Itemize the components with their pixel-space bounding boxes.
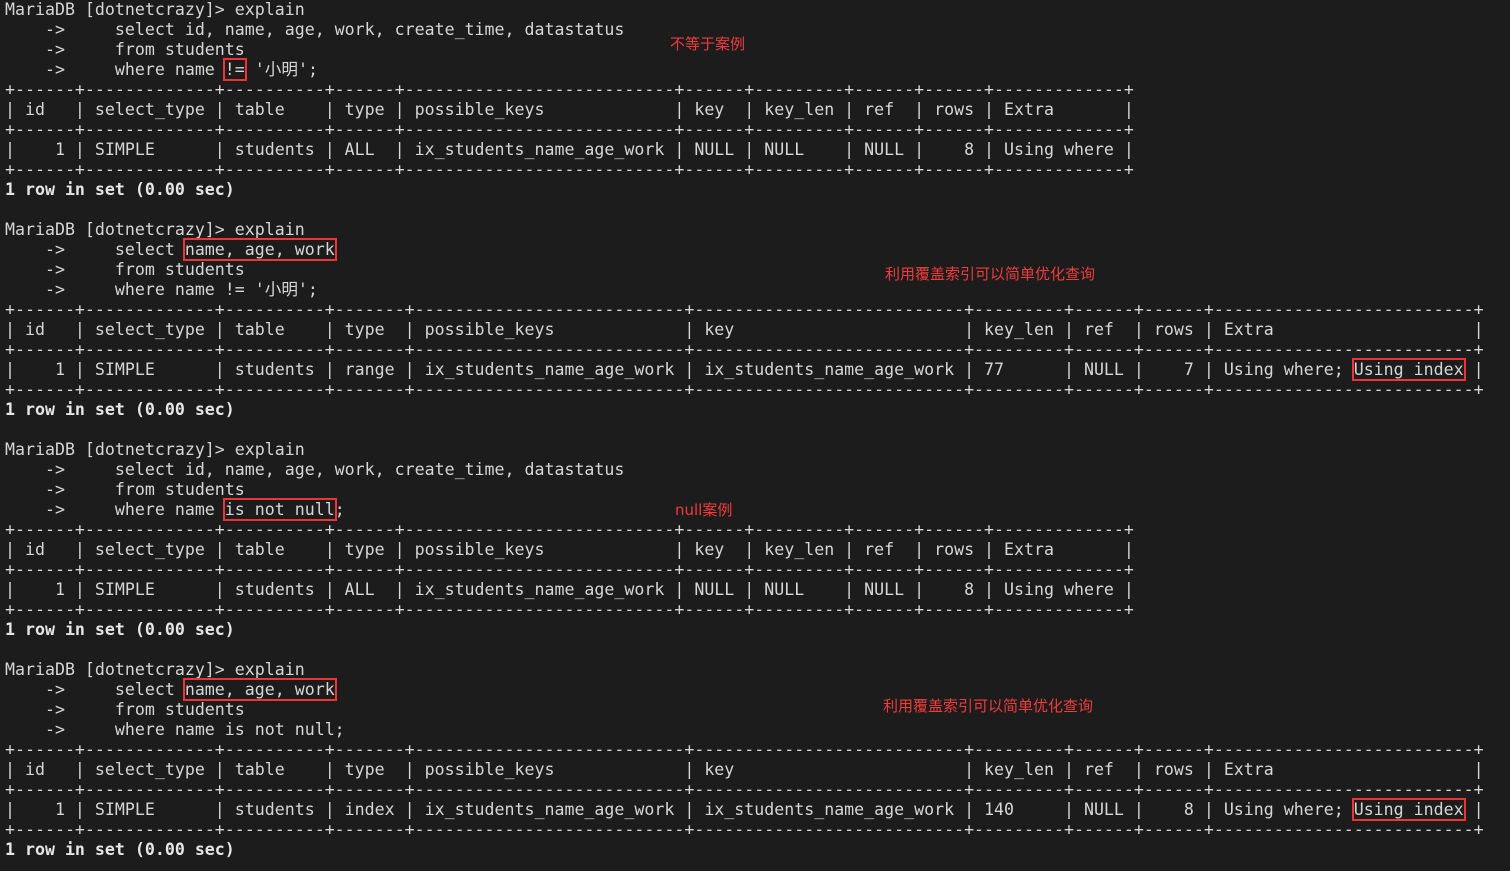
sql-continuation-line: -> where name != '小明'; <box>5 280 318 300</box>
line-text: '小明'; <box>244 60 318 79</box>
sql-prompt-line: MariaDB [dotnetcrazy]> explain <box>5 0 305 20</box>
annotation-note: 利用覆盖索引可以简单优化查询 <box>883 697 1094 715</box>
line-text: ; <box>334 500 345 519</box>
result-table-line: +------+-------------+----------+------+… <box>5 80 1134 100</box>
result-summary-line: 1 row in set (0.00 sec) <box>5 620 235 640</box>
line-text: -> select id, name, age, work, create_ti… <box>5 20 625 39</box>
highlight-box: != <box>222 58 247 81</box>
result-table-line: | id | select_type | table | type | poss… <box>5 760 1484 780</box>
sql-continuation-line: -> where name is not null; <box>5 498 345 521</box>
line-text: +------+-------------+----------+------+… <box>5 160 1134 179</box>
line-text: | 1 | SIMPLE | students | ALL | ix_stude… <box>5 580 1134 599</box>
line-text: +------+-------------+----------+-------… <box>5 340 1484 359</box>
line-text: -> from students <box>5 480 245 499</box>
line-text: +------+-------------+----------+------+… <box>5 600 1134 619</box>
line-text: -> from students <box>5 40 245 59</box>
result-table-line: +------+-------------+----------+-------… <box>5 380 1484 400</box>
result-summary-line: 1 row in set (0.00 sec) <box>5 180 235 200</box>
line-text: MariaDB [dotnetcrazy]> explain <box>5 440 305 459</box>
result-table-line: | id | select_type | table | type | poss… <box>5 100 1134 120</box>
line-text: | <box>1463 800 1484 819</box>
line-text: -> select id, name, age, work, create_ti… <box>5 460 625 479</box>
line-text: -> where name != '小明'; <box>5 280 318 299</box>
sql-continuation-line: -> from students <box>5 260 245 280</box>
line-text: | id | select_type | table | type | poss… <box>5 540 1134 559</box>
annotation-note: 不等于案例 <box>670 35 746 53</box>
highlight-box: Using index <box>1351 358 1466 381</box>
annotation-note: null案例 <box>675 501 733 519</box>
line-text: | 1 | SIMPLE | students | ALL | ix_stude… <box>5 140 1134 159</box>
line-text: +------+-------------+----------+-------… <box>5 820 1484 839</box>
line-text: +------+-------------+----------+------+… <box>5 520 1134 539</box>
line-text: +------+-------------+----------+------+… <box>5 120 1134 139</box>
line-text: MariaDB [dotnetcrazy]> explain <box>5 660 305 679</box>
result-summary-line: 1 row in set (0.00 sec) <box>5 400 235 420</box>
result-table-line: +------+-------------+----------+------+… <box>5 120 1134 140</box>
line-text: MariaDB [dotnetcrazy]> explain <box>5 220 305 239</box>
result-table-line: +------+-------------+----------+-------… <box>5 300 1484 320</box>
sql-continuation-line: -> where name != '小明'; <box>5 58 318 81</box>
line-text: | 1 | SIMPLE | students | index | ix_stu… <box>5 800 1354 819</box>
result-table-line: +------+-------------+----------+-------… <box>5 740 1484 760</box>
line-text: 1 row in set (0.00 sec) <box>5 840 235 859</box>
line-text: 1 row in set (0.00 sec) <box>5 620 235 639</box>
line-text: +------+-------------+----------+------+… <box>5 560 1134 579</box>
line-text: MariaDB [dotnetcrazy]> explain <box>5 0 305 19</box>
sql-continuation-line: -> select id, name, age, work, create_ti… <box>5 20 624 40</box>
result-table-line: +------+-------------+----------+------+… <box>5 560 1134 580</box>
result-table-line: +------+-------------+----------+------+… <box>5 600 1134 620</box>
line-text: | <box>1463 360 1484 379</box>
sql-prompt-line: MariaDB [dotnetcrazy]> explain <box>5 220 305 240</box>
result-table-line: | 1 | SIMPLE | students | ALL | ix_stude… <box>5 140 1134 160</box>
highlight-box: name, age, work <box>182 678 337 701</box>
line-text: -> where name <box>5 500 225 519</box>
highlight-box: is not null <box>222 498 337 521</box>
line-text: | id | select_type | table | type | poss… <box>5 320 1484 339</box>
sql-continuation-line: -> where name is not null; <box>5 720 345 740</box>
line-text: | id | select_type | table | type | poss… <box>5 100 1134 119</box>
result-table-line: | id | select_type | table | type | poss… <box>5 540 1134 560</box>
sql-continuation-line: -> select name, age, work <box>5 238 337 261</box>
sql-prompt-line: MariaDB [dotnetcrazy]> explain <box>5 660 305 680</box>
sql-continuation-line: -> from students <box>5 700 245 720</box>
line-text: -> select <box>5 680 185 699</box>
line-text: 1 row in set (0.00 sec) <box>5 400 235 419</box>
sql-continuation-line: -> from students <box>5 40 245 60</box>
line-text: -> select <box>5 240 185 259</box>
line-text: +------+-------------+----------+-------… <box>5 740 1484 759</box>
line-text: +------+-------------+----------+-------… <box>5 380 1484 399</box>
result-summary-line: 1 row in set (0.00 sec) <box>5 840 235 860</box>
line-text: -> from students <box>5 700 245 719</box>
line-text: -> where name is not null; <box>5 720 345 739</box>
line-text: | 1 | SIMPLE | students | range | ix_stu… <box>5 360 1354 379</box>
line-text: -> from students <box>5 260 245 279</box>
line-text: -> where name <box>5 60 225 79</box>
line-text: 1 row in set (0.00 sec) <box>5 180 235 199</box>
sql-prompt-line: MariaDB [dotnetcrazy]> explain <box>5 440 305 460</box>
sql-continuation-line: -> from students <box>5 480 245 500</box>
result-table-line: +------+-------------+----------+------+… <box>5 160 1134 180</box>
result-table-line: | id | select_type | table | type | poss… <box>5 320 1484 340</box>
line-text: | id | select_type | table | type | poss… <box>5 760 1484 779</box>
result-table-line: +------+-------------+----------+------+… <box>5 520 1134 540</box>
result-table-line: | 1 | SIMPLE | students | range | ix_stu… <box>5 358 1484 381</box>
line-text: +------+-------------+----------+-------… <box>5 300 1484 319</box>
highlight-box: Using index <box>1351 798 1466 821</box>
result-table-line: +------+-------------+----------+-------… <box>5 820 1484 840</box>
result-table-line: | 1 | SIMPLE | students | index | ix_stu… <box>5 798 1484 821</box>
highlight-box: name, age, work <box>182 238 337 261</box>
sql-continuation-line: -> select name, age, work <box>5 678 337 701</box>
line-text: +------+-------------+----------+-------… <box>5 780 1484 799</box>
line-text: +------+-------------+----------+------+… <box>5 80 1134 99</box>
annotation-note: 利用覆盖索引可以简单优化查询 <box>885 265 1096 283</box>
result-table-line: +------+-------------+----------+-------… <box>5 780 1484 800</box>
result-table-line: +------+-------------+----------+-------… <box>5 340 1484 360</box>
result-table-line: | 1 | SIMPLE | students | ALL | ix_stude… <box>5 580 1134 600</box>
sql-continuation-line: -> select id, name, age, work, create_ti… <box>5 460 624 480</box>
